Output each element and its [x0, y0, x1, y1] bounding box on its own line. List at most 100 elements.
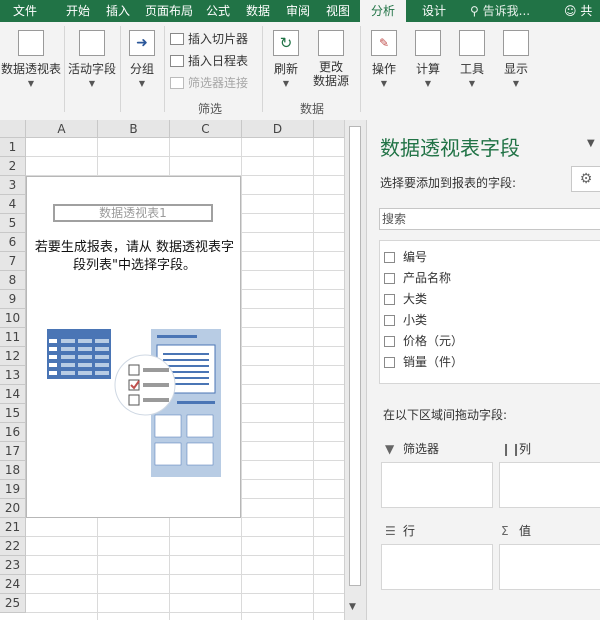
field-item[interactable]: 产品名称 [384, 268, 451, 288]
show-button[interactable]: 显示 ▼ [496, 30, 536, 88]
columns-area-label: 列 [519, 442, 532, 456]
field-label: 价格（元） [403, 334, 464, 348]
insert-timeline-button[interactable]: 插入日程表 [170, 52, 248, 70]
calculations-button[interactable]: 计算 ▼ [408, 30, 448, 88]
vertical-scrollbar[interactable]: ▼ [344, 120, 366, 620]
field-label: 产品名称 [403, 271, 452, 285]
lightbulb-icon: ⚲ [470, 4, 479, 18]
row-header[interactable]: 17 [0, 442, 26, 461]
row-header[interactable]: 14 [0, 385, 26, 404]
gear-icon[interactable]: ⚙ [571, 166, 600, 192]
column-header-c[interactable]: C [170, 120, 242, 138]
column-header-e[interactable] [314, 120, 344, 138]
row-header[interactable]: 12 [0, 347, 26, 366]
row-header[interactable]: 18 [0, 461, 26, 480]
filter-connections-button[interactable]: 筛选器连接 [170, 74, 248, 92]
row-header[interactable]: 13 [0, 366, 26, 385]
tell-me-box[interactable]: ⚲ 告诉我... [470, 0, 530, 22]
scroll-down-arrow-icon[interactable]: ▼ [349, 602, 356, 612]
insert-slicer-label: 插入切片器 [188, 32, 249, 46]
insert-slicer-button[interactable]: 插入切片器 [170, 30, 248, 48]
columns-area-header: ❙❙列 [501, 440, 531, 457]
tab-design[interactable]: 设计 [414, 0, 454, 22]
row-header[interactable]: 3 [0, 176, 26, 195]
tab-home[interactable]: 开始 [58, 0, 98, 22]
refresh-label: 刷新 [273, 62, 298, 76]
ribbon: 数据透视表 ▼ 活动字段 ▼ ➜ 分组 ▼ 插入切片器 插入日程表 筛选器连接 … [0, 22, 600, 121]
column-header-b[interactable]: B [98, 120, 170, 138]
active-field-button[interactable]: 活动字段 ▼ [66, 30, 118, 88]
values-drop-area[interactable] [499, 544, 600, 590]
tab-page-layout[interactable]: 页面布局 [140, 0, 198, 22]
tab-review[interactable]: 审阅 [280, 0, 316, 22]
slicer-icon [170, 33, 184, 45]
row-header[interactable]: 1 [0, 138, 26, 157]
row-header[interactable]: 20 [0, 499, 26, 518]
row-header[interactable]: 8 [0, 271, 26, 290]
pane-options-chevron-icon[interactable]: ▼ [587, 138, 595, 149]
field-item[interactable]: 价格（元） [384, 331, 463, 351]
tab-analyze[interactable]: 分析 [360, 0, 406, 24]
row-header[interactable]: 9 [0, 290, 26, 309]
share-button[interactable]: ☺ 共享 [564, 0, 600, 40]
ribbon-separator [262, 26, 263, 112]
worksheet-grid[interactable]: A B C D 1 2 3 4 5 6 7 8 9 10 11 12 13 14… [0, 120, 344, 620]
tab-data[interactable]: 数据 [240, 0, 276, 22]
row-header[interactable]: 15 [0, 404, 26, 423]
row-header[interactable]: 7 [0, 252, 26, 271]
column-header-d[interactable]: D [242, 120, 314, 138]
row-header[interactable]: 11 [0, 328, 26, 347]
row-header[interactable]: 4 [0, 195, 26, 214]
actions-button[interactable]: ✎ 操作 ▼ [364, 30, 404, 88]
row-header[interactable]: 6 [0, 233, 26, 252]
pivot-table-icon [18, 30, 44, 56]
checkbox-icon[interactable] [384, 357, 395, 368]
select-all-corner[interactable] [0, 120, 26, 138]
filters-area-header: ▼ 筛选器 [385, 440, 439, 457]
show-icon [503, 30, 529, 56]
group-button[interactable]: ➜ 分组 ▼ [122, 30, 162, 88]
tab-file[interactable]: 文件 [2, 0, 48, 22]
pivot-table-placeholder[interactable]: 数据透视表1 若要生成报表，请从 数据透视表字段列表"中选择字段。 [26, 176, 241, 518]
tab-view[interactable]: 视图 [320, 0, 356, 22]
chevron-down-icon: ▼ [88, 79, 96, 88]
field-item[interactable]: 编号 [384, 247, 427, 267]
group-label: 分组 [129, 62, 154, 76]
scrollbar-thumb[interactable] [349, 126, 361, 586]
checkbox-icon[interactable] [384, 336, 395, 347]
row-header[interactable]: 25 [0, 594, 26, 613]
row-header[interactable]: 24 [0, 575, 26, 594]
row-header[interactable]: 10 [0, 309, 26, 328]
columns-drop-area[interactable] [499, 462, 600, 508]
field-item[interactable]: 销量（件） [384, 352, 463, 372]
rows-drop-area[interactable] [381, 544, 493, 590]
column-header-a[interactable]: A [26, 120, 98, 138]
refresh-button[interactable]: ↻ 刷新 ▼ [266, 30, 306, 88]
field-item[interactable]: 大类 [384, 289, 427, 309]
pivot-table-name: 数据透视表1 [53, 204, 213, 222]
checkbox-icon[interactable] [384, 252, 395, 263]
row-header[interactable]: 2 [0, 157, 26, 176]
row-header[interactable]: 22 [0, 537, 26, 556]
row-header[interactable]: 5 [0, 214, 26, 233]
field-search-input[interactable]: 搜索 [379, 208, 600, 230]
ribbon-separator [164, 26, 165, 112]
checkbox-icon[interactable] [384, 315, 395, 326]
tab-insert[interactable]: 插入 [100, 0, 136, 22]
row-header[interactable]: 16 [0, 423, 26, 442]
pivot-table-button[interactable]: 数据透视表 ▼ [0, 30, 62, 88]
row-header[interactable]: 23 [0, 556, 26, 575]
tab-formulas[interactable]: 公式 [200, 0, 236, 22]
checkbox-icon[interactable] [384, 294, 395, 305]
sigma-icon: Σ [501, 524, 509, 538]
row-header[interactable]: 19 [0, 480, 26, 499]
user-icon: ☺ [564, 4, 577, 18]
filters-drop-area[interactable] [381, 462, 493, 508]
ribbon-separator [64, 26, 65, 112]
tools-button[interactable]: 工具 ▼ [452, 30, 492, 88]
field-item[interactable]: 小类 [384, 310, 427, 330]
group-arrow-icon: ➜ [129, 30, 155, 56]
checkbox-icon[interactable] [384, 273, 395, 284]
change-data-source-button[interactable]: 更改 数据源 [308, 30, 354, 88]
row-header[interactable]: 21 [0, 518, 26, 537]
